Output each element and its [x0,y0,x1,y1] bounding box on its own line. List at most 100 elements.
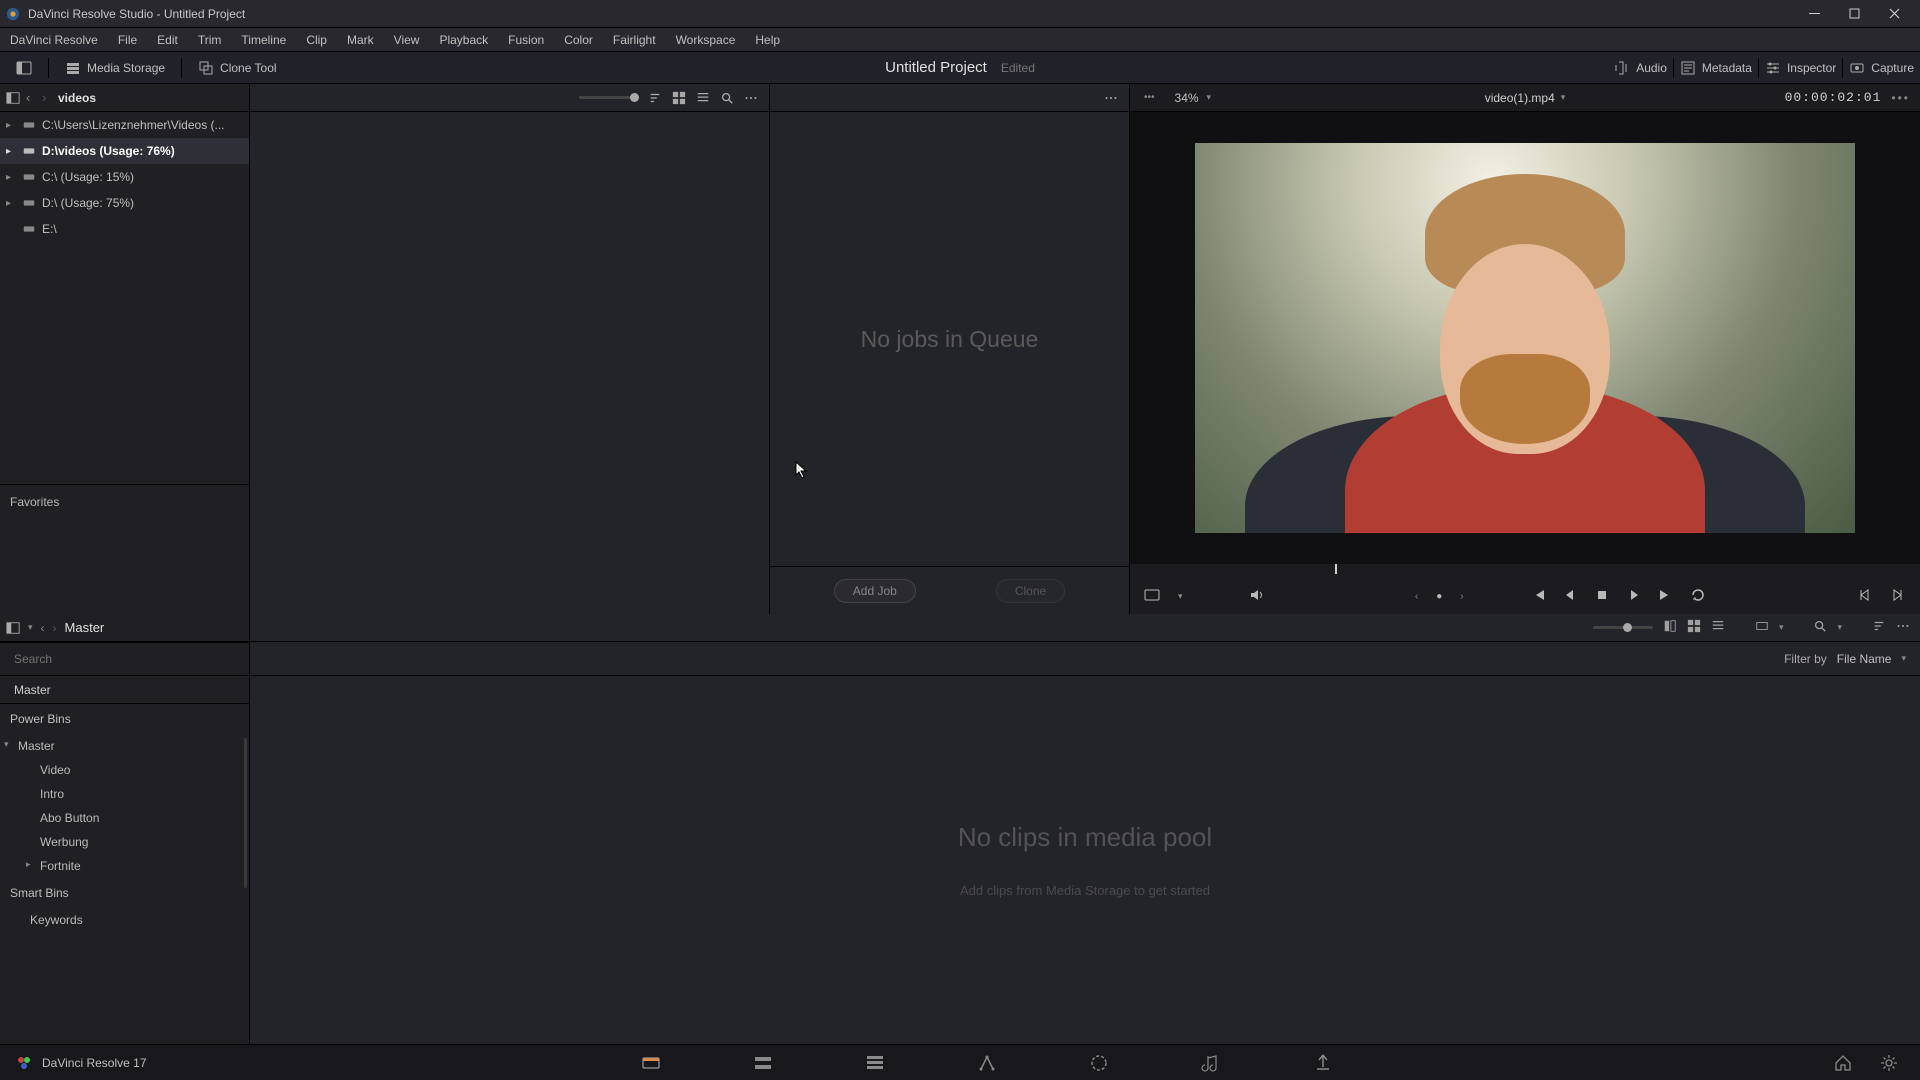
metadata-view-icon[interactable] [1663,619,1677,636]
menu-help[interactable]: Help [745,28,790,52]
panel-toggle-icon[interactable] [6,621,20,635]
jog-dot-icon[interactable]: ● [1436,591,1442,602]
menu-timeline[interactable]: Timeline [231,28,296,52]
menu-davinci[interactable]: DaVinci Resolve [0,28,108,52]
sort-options-icon[interactable] [1872,619,1886,636]
chevron-down-icon[interactable]: ▾ [28,622,33,633]
viewer-scrubber[interactable] [1130,564,1920,578]
go-start-icon[interactable] [1530,587,1546,606]
bin-item[interactable]: Abo Button [0,806,249,830]
edit-page-icon[interactable] [864,1052,886,1074]
clone-button[interactable]: Clone [996,579,1065,603]
tree-row[interactable]: ▸D:\videos (Usage: 76%) [0,138,249,164]
clone-tool-button[interactable]: Clone Tool [192,52,282,83]
stop-icon[interactable] [1594,587,1610,606]
chevron-down-icon[interactable]: ▾ [1207,92,1212,103]
tree-row[interactable]: ▸C:\ (Usage: 15%) [0,164,249,190]
search-icon[interactable] [1813,619,1827,636]
menu-fairlight[interactable]: Fairlight [603,28,666,52]
chevron-down-icon[interactable]: ▾ [1901,653,1906,664]
menu-fusion[interactable]: Fusion [498,28,554,52]
viewer-filename[interactable]: video(1).mp4▾ [1485,91,1566,105]
play-icon[interactable] [1626,587,1642,606]
chevron-down-icon[interactable]: ▾ [1178,591,1183,602]
color-page-icon[interactable] [1088,1052,1110,1074]
go-end-icon[interactable] [1658,587,1674,606]
chevron-down-icon[interactable]: ▾ [1779,622,1784,633]
media-storage-button[interactable]: Media Storage [59,52,171,83]
cut-page-icon[interactable] [752,1052,774,1074]
loop-icon[interactable] [1690,587,1706,606]
bin-item[interactable]: Werbung [0,830,249,854]
mark-in-icon[interactable] [1856,587,1872,606]
tree-row[interactable]: E:\ [0,216,249,242]
bin-item[interactable]: Video [0,758,249,782]
sidebar-toggle-button[interactable] [10,52,38,83]
thumbnail-size-slider[interactable] [579,96,639,99]
nav-back-icon[interactable]: ‹ [41,621,45,635]
list-view-icon[interactable] [1711,619,1725,636]
sort-icon[interactable] [647,90,663,106]
media-page-icon[interactable] [640,1052,662,1074]
jog-back-icon[interactable]: ‹ [1415,591,1418,602]
playhead-marker[interactable] [1335,564,1337,574]
browser-body[interactable] [250,112,769,614]
chevron-down-icon[interactable]: ▾ [1837,622,1842,633]
viewer-options-icon[interactable]: ••• [1144,92,1155,103]
menu-clip[interactable]: Clip [296,28,337,52]
filter-value[interactable]: File Name [1837,652,1892,666]
smart-bin-item[interactable]: Keywords [0,908,249,932]
timecode[interactable]: 00:00:02:01 [1785,90,1882,105]
thumbnail-view-icon[interactable] [1687,619,1701,636]
mark-out-icon[interactable] [1890,587,1906,606]
viewer-body[interactable] [1130,112,1920,564]
panel-toggle-icon[interactable] [6,91,20,105]
aspect-icon[interactable] [1755,619,1769,636]
search-icon[interactable] [719,90,735,106]
inspector-button[interactable]: Inspector [1759,52,1842,83]
tree-row[interactable]: ▸D:\ (Usage: 75%) [0,190,249,216]
fairlight-page-icon[interactable] [1200,1052,1222,1074]
viewer-more-icon[interactable]: ••• [1891,91,1910,105]
zoom-label[interactable]: 34% [1175,91,1199,105]
capture-button[interactable]: Capture [1843,52,1920,83]
tree-row[interactable]: ▸C:\Users\Lizenznehmer\Videos (... [0,112,249,138]
thumbnail-size-slider[interactable] [1593,626,1653,629]
nav-forward-icon[interactable]: › [53,621,57,635]
menu-view[interactable]: View [384,28,430,52]
menu-mark[interactable]: Mark [337,28,384,52]
jog-fwd-icon[interactable]: › [1460,591,1463,602]
prev-frame-icon[interactable] [1562,587,1578,606]
search-input[interactable] [14,652,235,666]
window-minimize-button[interactable] [1794,0,1834,28]
more-icon[interactable] [1896,619,1910,636]
media-pool-body[interactable]: No clips in media pool Add clips from Me… [250,676,1920,1044]
window-close-button[interactable] [1874,0,1914,28]
bin-item[interactable]: Intro [0,782,249,806]
menu-workspace[interactable]: Workspace [666,28,746,52]
nav-back-icon[interactable]: ‹ [26,90,36,105]
viewer-mode-icon[interactable] [1144,587,1160,606]
thumbnail-view-icon[interactable] [671,90,687,106]
window-maximize-button[interactable] [1834,0,1874,28]
deliver-page-icon[interactable] [1312,1052,1334,1074]
add-job-button[interactable]: Add Job [834,579,916,603]
fusion-page-icon[interactable] [976,1052,998,1074]
bin-master[interactable]: Master [0,734,249,758]
list-view-icon[interactable] [695,90,711,106]
menu-file[interactable]: File [108,28,147,52]
menu-playback[interactable]: Playback [429,28,498,52]
gear-icon[interactable] [1878,1052,1900,1074]
master-row[interactable]: Master [0,676,249,704]
volume-icon[interactable] [1249,587,1265,606]
metadata-button[interactable]: Metadata [1674,52,1758,83]
home-icon[interactable] [1832,1052,1854,1074]
menu-trim[interactable]: Trim [188,28,232,52]
more-icon[interactable] [743,90,759,106]
bin-item[interactable]: Fortnite [0,854,249,878]
menu-color[interactable]: Color [554,28,603,52]
more-icon[interactable] [1103,90,1119,106]
audio-button[interactable]: Audio [1608,52,1673,83]
menu-edit[interactable]: Edit [147,28,188,52]
nav-forward-icon[interactable]: › [42,90,52,105]
